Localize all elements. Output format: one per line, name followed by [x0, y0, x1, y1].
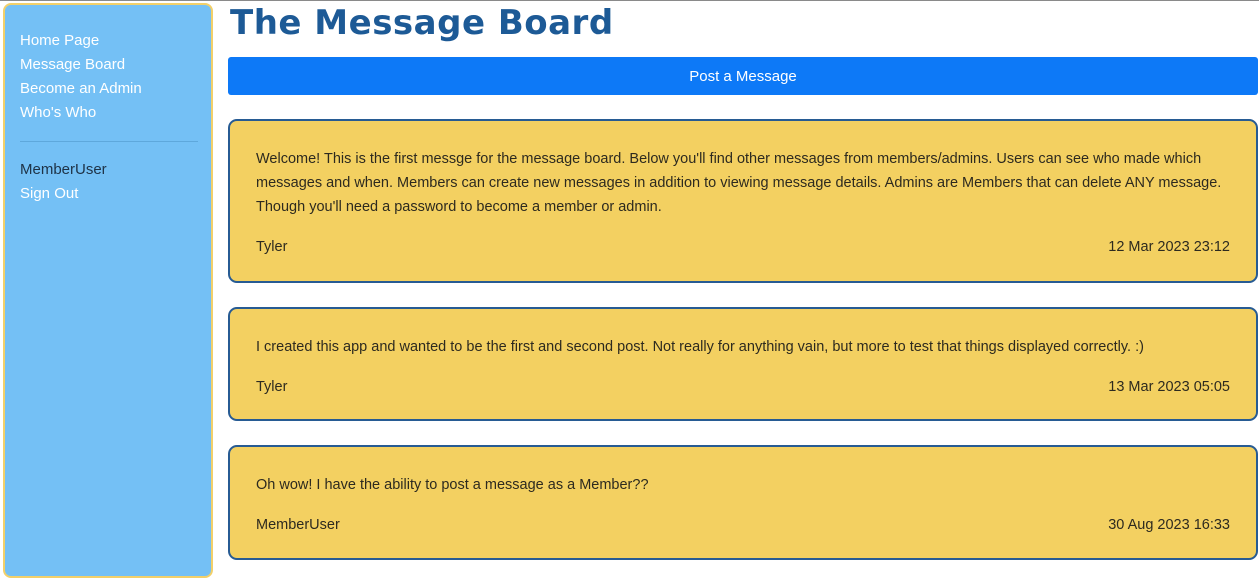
nav-link-become-admin[interactable]: Become an Admin	[20, 77, 211, 101]
message-card[interactable]: Oh wow! I have the ability to post a mes…	[228, 445, 1258, 560]
message-meta: Tyler 12 Mar 2023 23:12	[256, 235, 1230, 259]
sidebar: Home Page Message Board Become an Admin …	[3, 3, 213, 578]
message-date: 30 Aug 2023 16:33	[1108, 517, 1230, 533]
message-list: Welcome! This is the first messge for th…	[228, 119, 1258, 560]
nav-link-whos-who[interactable]: Who's Who	[20, 101, 211, 125]
message-card[interactable]: I created this app and wanted to be the …	[228, 307, 1258, 421]
message-date: 13 Mar 2023 05:05	[1108, 379, 1230, 395]
message-meta: Tyler 13 Mar 2023 05:05	[256, 375, 1230, 399]
message-author: Tyler	[256, 379, 288, 395]
message-author: MemberUser	[256, 517, 340, 533]
message-author: Tyler	[256, 239, 288, 255]
sign-out-link[interactable]: Sign Out	[20, 182, 211, 206]
message-meta: MemberUser 30 Aug 2023 16:33	[256, 513, 1230, 537]
post-message-button[interactable]: Post a Message	[228, 57, 1258, 95]
message-text: Oh wow! I have the ability to post a mes…	[256, 477, 649, 493]
message-date: 12 Mar 2023 23:12	[1108, 239, 1230, 255]
message-text: Welcome! This is the first messge for th…	[256, 151, 1222, 215]
current-user-name: MemberUser	[20, 161, 107, 178]
main-content: The Message Board Post a Message Welcome…	[228, 1, 1258, 578]
nav-link-message-board[interactable]: Message Board	[20, 53, 211, 77]
nav-link-home[interactable]: Home Page	[20, 29, 211, 53]
page-title: The Message Board	[230, 3, 614, 43]
nav-divider	[20, 141, 198, 142]
message-text: I created this app and wanted to be the …	[256, 339, 1144, 355]
message-card[interactable]: Welcome! This is the first messge for th…	[228, 119, 1258, 283]
